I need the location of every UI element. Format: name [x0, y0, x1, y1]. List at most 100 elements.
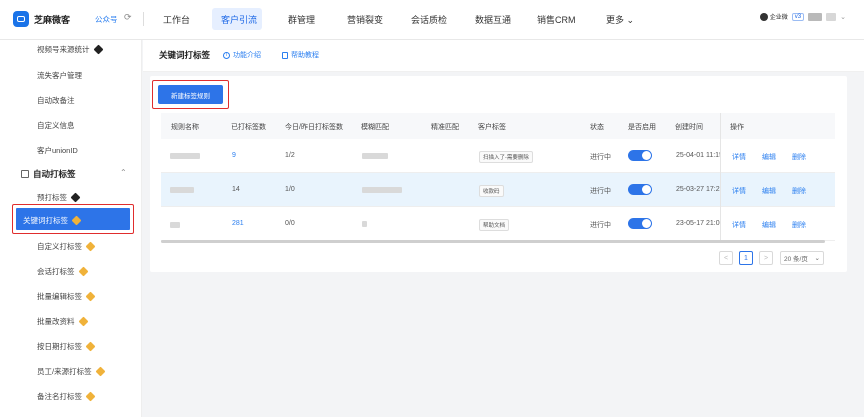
gold-diamond-icon	[85, 341, 96, 352]
created-time: 25-03-27 17:29	[676, 186, 720, 193]
sub-account-switch[interactable]: 公众号	[95, 14, 118, 25]
nav-sales-crm[interactable]: 销售CRM	[537, 13, 576, 26]
sidebar-item-label: 按日期打标签	[37, 342, 82, 351]
sidebar-item-pre-tag[interactable]: 预打标签	[37, 192, 81, 203]
enabled-toggle[interactable]	[628, 218, 652, 229]
enabled-toggle[interactable]	[628, 184, 652, 195]
help-tutorial-link[interactable]: 帮助教程	[282, 50, 319, 60]
sidebar-item-label: 批量编辑标签	[37, 292, 82, 301]
document-icon	[282, 51, 288, 59]
top-bar: 芝麻微客 公众号 ⟳ 工作台 客户引流 群管理 营销裂变 会话质检 数据互通 销…	[0, 0, 864, 40]
sidebar-group-label: 自动打标签	[33, 169, 76, 179]
column-header-actions: 操作	[730, 124, 744, 131]
sidebar-item-batch-edit-profile[interactable]: 批量改资料	[37, 316, 88, 327]
tagged-count[interactable]: 281	[232, 220, 244, 227]
nav-workbench[interactable]: 工作台	[163, 13, 190, 26]
enterprise-badge: 企业微	[759, 12, 788, 21]
tagged-count[interactable]: 9	[232, 152, 236, 159]
nav-more-label: 更多	[606, 15, 625, 25]
page-size-label: 20 条/页	[784, 256, 808, 263]
page-number-button[interactable]: 1	[739, 251, 753, 265]
user-area[interactable]: 企业微 v3 ⌄	[759, 12, 846, 21]
today-yesterday-count: 1/0	[285, 186, 295, 193]
chevron-up-icon[interactable]: ⌃	[120, 168, 127, 177]
detail-link[interactable]: 详情	[732, 152, 746, 162]
prev-page-button[interactable]: <	[719, 251, 733, 265]
sidebar-item-auto-remark[interactable]: 自动改备注	[37, 95, 75, 106]
page-size-select[interactable]: 20 条/页 ⌄	[780, 251, 824, 265]
created-time: 25-04-01 11:15	[676, 152, 720, 159]
fixed-column-divider	[720, 113, 721, 241]
page-title: 关键词打标签	[159, 50, 211, 60]
nav-customer-acquisition[interactable]: 客户引流	[221, 13, 257, 26]
sidebar-item-session-tag[interactable]: 会话打标签	[37, 266, 88, 277]
switch-icon[interactable]: ⟳	[124, 12, 132, 23]
column-header-rule-name: 规则名称	[171, 124, 199, 131]
column-header-fuzzy-match: 模糊匹配	[361, 124, 389, 131]
feature-intro-link[interactable]: i 功能介绍	[223, 50, 261, 60]
vip-diamond-icon	[93, 44, 103, 55]
avatar[interactable]	[808, 12, 823, 21]
sidebar-item-custom-tag[interactable]: 自定义打标签	[37, 241, 96, 252]
rule-name-redacted	[170, 222, 180, 228]
sidebar-item-label: 备注名打标签	[37, 392, 82, 401]
nav-data-sync[interactable]: 数据互通	[475, 13, 511, 26]
gold-diamond-icon	[85, 391, 96, 402]
gold-diamond-icon	[85, 241, 96, 252]
rule-name-redacted	[170, 153, 200, 159]
column-header-exact-match: 精准匹配	[431, 124, 459, 131]
info-icon: i	[223, 51, 230, 59]
delete-link[interactable]: 删除	[792, 152, 806, 162]
sidebar-item-label: 关键词打标签	[23, 216, 68, 225]
edit-link[interactable]: 编辑	[762, 152, 776, 162]
customer-tag: 扫描入了-需要删除	[479, 151, 533, 163]
fuzzy-match-redacted	[362, 153, 388, 159]
chevron-down-icon: ⌄	[814, 255, 820, 262]
sidebar-item-remark-name-tag[interactable]: 备注名打标签	[37, 391, 96, 402]
fuzzy-match-redacted	[362, 187, 402, 193]
gold-diamond-icon	[95, 366, 106, 377]
pagination: < 1 > 20 条/页 ⌄	[719, 251, 824, 265]
gold-diamond-icon	[71, 215, 82, 226]
detail-link[interactable]: 详情	[732, 186, 746, 196]
new-tag-rule-button[interactable]: 新建标签规则	[158, 85, 223, 104]
sidebar-item-date-tag[interactable]: 按日期打标签	[37, 341, 96, 352]
detail-link[interactable]: 详情	[732, 220, 746, 230]
sidebar-group-auto-tag[interactable]: 自动打标签	[21, 168, 76, 180]
sidebar-item-unionid[interactable]: 客户unionID	[37, 145, 78, 156]
sidebar-item-label: 员工/来源打标签	[37, 367, 92, 376]
sidebar-item-staff-source-tag[interactable]: 员工/来源打标签	[37, 366, 106, 377]
nav-session-qa[interactable]: 会话质检	[411, 13, 447, 26]
sidebar-item-batch-edit-tag[interactable]: 批量编辑标签	[37, 291, 96, 302]
column-header-customer-tag: 客户标签	[478, 124, 506, 131]
enabled-toggle[interactable]	[628, 150, 652, 161]
delete-link[interactable]: 删除	[792, 220, 806, 230]
sidebar-item-lost-customers[interactable]: 流失客户管理	[37, 70, 82, 81]
gold-diamond-icon	[78, 316, 88, 327]
nav-marketing-fission[interactable]: 营销裂变	[347, 13, 383, 26]
vip-diamond-icon	[70, 192, 81, 203]
nav-group-management[interactable]: 群管理	[288, 13, 315, 26]
tagged-count[interactable]: 14	[232, 186, 240, 193]
created-time: 23-05-17 21:03	[676, 220, 720, 227]
chevron-down-icon[interactable]: ⌄	[840, 13, 846, 21]
sidebar-item-custom-info[interactable]: 自定义信息	[37, 120, 75, 131]
sidebar-item-keyword-tag-content[interactable]: 关键词打标签	[23, 215, 82, 226]
app-logo	[13, 11, 29, 27]
sidebar-item-video-source-stats[interactable]: 视频号来源统计	[37, 44, 103, 55]
column-header-status: 状态	[590, 124, 604, 131]
help-tutorial-label: 帮助教程	[291, 52, 319, 59]
fuzzy-match-redacted	[362, 221, 367, 227]
username-redacted	[826, 12, 837, 21]
next-page-button[interactable]: >	[759, 251, 773, 265]
column-header-enabled: 是否启用	[628, 124, 656, 131]
sidebar-item-label: 预打标签	[37, 193, 67, 202]
feature-intro-label: 功能介绍	[233, 52, 261, 59]
brand-name: 芝麻微客	[34, 15, 71, 25]
edit-link[interactable]: 编辑	[762, 186, 776, 196]
nav-more[interactable]: 更多 ⌄	[606, 13, 634, 26]
edit-link[interactable]: 编辑	[762, 220, 776, 230]
delete-link[interactable]: 删除	[792, 186, 806, 196]
horizontal-scrollbar[interactable]	[161, 240, 825, 243]
version-badge: v3	[791, 12, 805, 21]
